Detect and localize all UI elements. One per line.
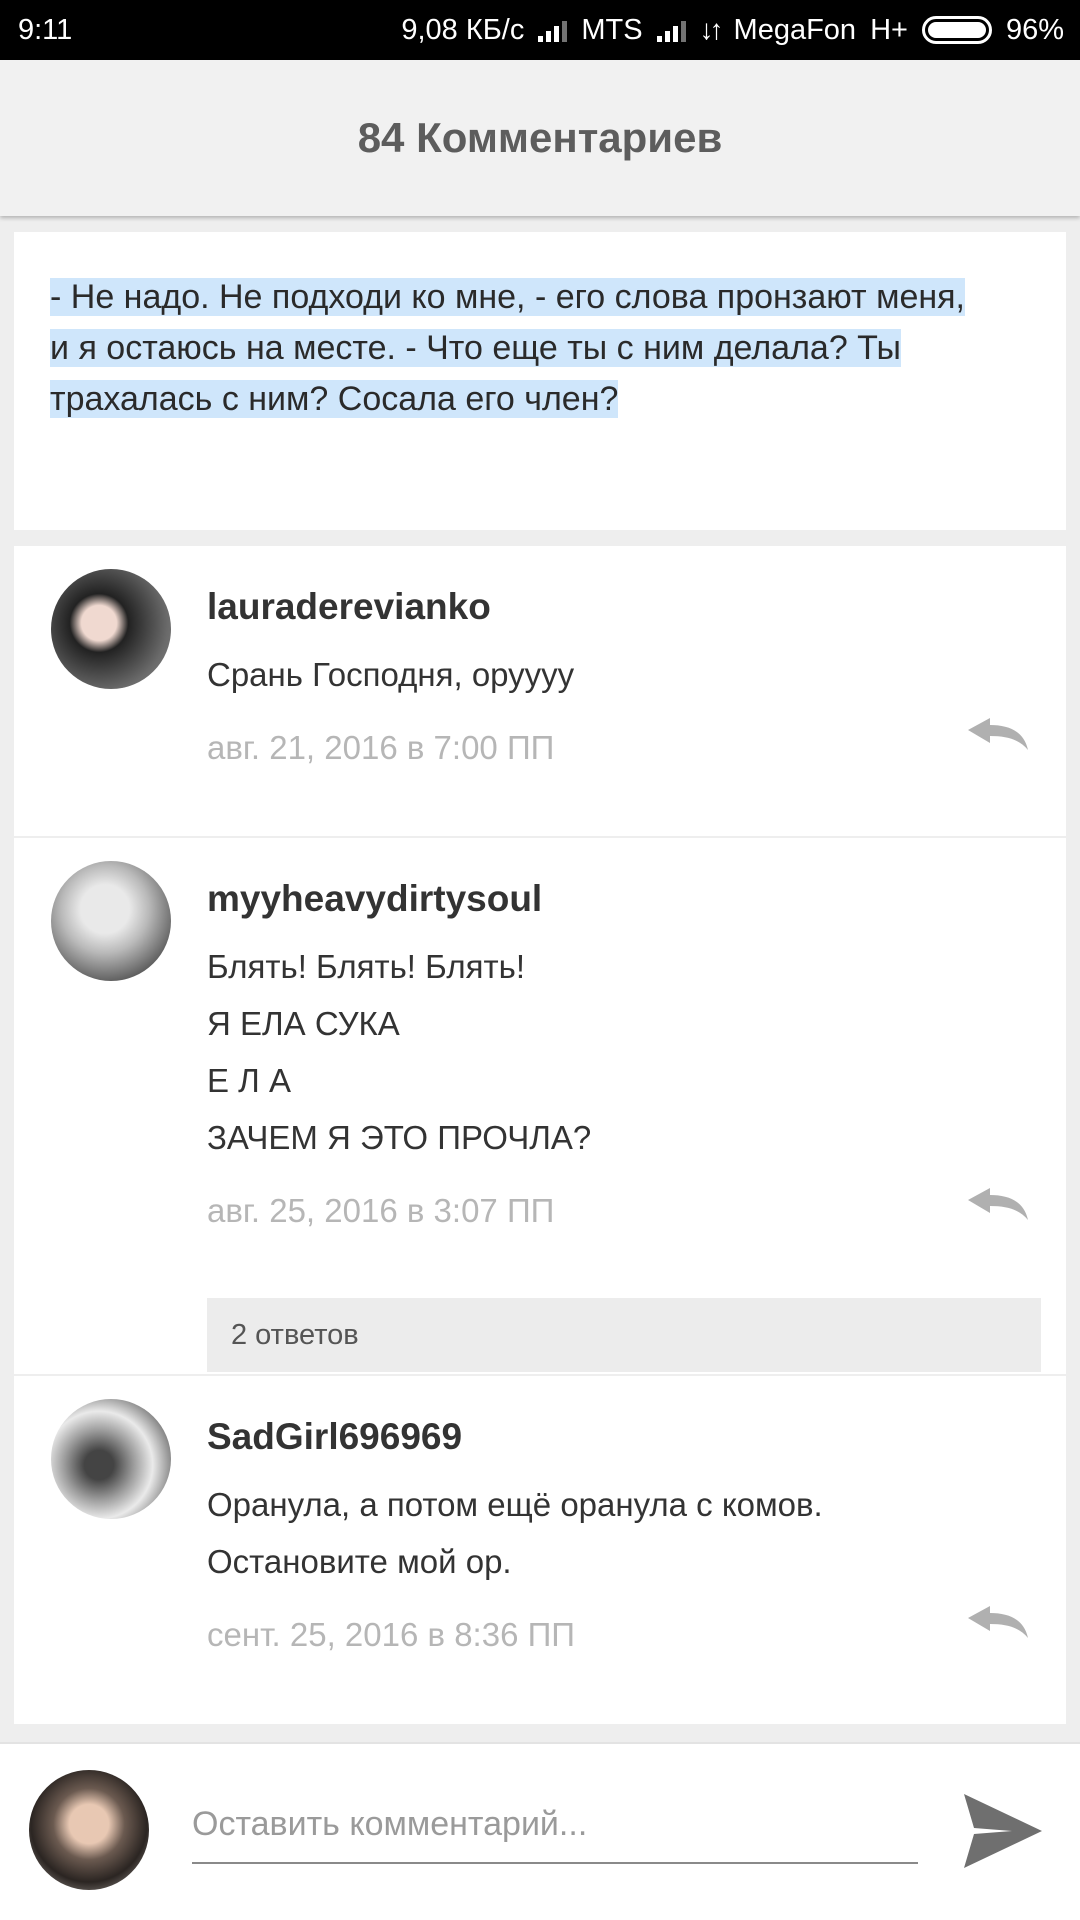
comment-item: myyheavydirtysoul Блять! Блять! Блять! Я… xyxy=(14,838,1066,1376)
comment-composer xyxy=(0,1742,1080,1920)
battery-icon xyxy=(921,16,992,44)
send-icon[interactable] xyxy=(960,1790,1046,1872)
comment-username[interactable]: myyheavydirtysoul xyxy=(207,874,1036,924)
avatar[interactable] xyxy=(51,569,171,689)
signal-icon xyxy=(538,18,568,42)
comment-text: Е Л А xyxy=(207,1062,292,1099)
comment-body: myyheavydirtysoul Блять! Блять! Блять! Я… xyxy=(207,874,1036,1234)
network-speed: 9,08 КБ/с xyxy=(401,13,525,46)
carrier-2: MegaFon xyxy=(733,13,857,46)
comment-text: Остановите мой ор. xyxy=(207,1543,512,1580)
quote-card: - Не надо. Не подходи ко мне, - его слов… xyxy=(14,232,1066,530)
avatar[interactable] xyxy=(51,1399,171,1519)
network-type: H+ xyxy=(870,13,908,46)
comment-text: ЗАЧЕМ Я ЭТО ПРОЧЛА? xyxy=(207,1119,592,1156)
quote-line: и я остаюсь на месте. - Что еще ты с ним… xyxy=(50,329,901,367)
comment-date: авг. 21, 2016 в 7:00 ПП xyxy=(207,729,555,766)
avatar[interactable] xyxy=(29,1770,149,1890)
quote-text[interactable]: - Не надо. Не подходи ко мне, - его слов… xyxy=(50,272,1030,425)
view-replies-button[interactable]: 2 ответов xyxy=(207,1298,1041,1372)
status-time: 9:11 xyxy=(18,13,73,46)
page-title: 84 Комментариев xyxy=(357,114,723,161)
comment-input[interactable] xyxy=(192,1786,918,1864)
comment-text: Оранула, а потом ещё оранула с комов. xyxy=(207,1486,823,1523)
data-arrows-icon: ↓↑ xyxy=(699,14,724,45)
comment-item: lauraderevianko Срань Господня, оруууу а… xyxy=(14,546,1066,838)
comment-body: SadGirl696969 Оранула, а потом ещё орану… xyxy=(207,1412,1036,1658)
comment-username[interactable]: lauraderevianko xyxy=(207,582,1036,632)
signal-icon xyxy=(656,18,686,42)
comment-date: авг. 25, 2016 в 3:07 ПП xyxy=(207,1192,555,1229)
quote-line: трахалась с ним? Сосала его член? xyxy=(50,380,619,418)
status-indicators: 9,08 КБ/с MTS ↓↑ MegaFon H+ 96% xyxy=(401,14,1064,47)
comment-text: Блять! Блять! Блять! xyxy=(207,948,525,985)
comment-date: сент. 25, 2016 в 8:36 ПП xyxy=(207,1616,576,1653)
comment-list: lauraderevianko Срань Господня, оруууу а… xyxy=(14,546,1066,1726)
avatar[interactable] xyxy=(51,861,171,981)
comment-text: Я ЕЛА СУКА xyxy=(207,1005,400,1042)
quote-line: - Не надо. Не подходи ко мне, - его слов… xyxy=(50,278,965,316)
comment-body: lauraderevianko Срань Господня, оруууу а… xyxy=(207,582,1036,771)
app-header: 84 Комментариев xyxy=(0,60,1080,216)
reply-icon[interactable] xyxy=(966,1604,1030,1640)
comment-item: SadGirl696969 Оранула, а потом ещё орану… xyxy=(14,1376,1066,1726)
replies-label: 2 ответов xyxy=(231,1318,359,1351)
battery-percent: 96% xyxy=(1005,13,1064,46)
carrier-1: MTS xyxy=(581,13,643,46)
reply-icon[interactable] xyxy=(966,1186,1030,1222)
comment-text: Срань Господня, оруууу xyxy=(207,656,575,693)
status-bar: 9:11 9,08 КБ/с MTS ↓↑ MegaFon H+ 96% xyxy=(0,0,1080,60)
reply-icon[interactable] xyxy=(966,716,1030,752)
comment-username[interactable]: SadGirl696969 xyxy=(207,1412,1036,1462)
